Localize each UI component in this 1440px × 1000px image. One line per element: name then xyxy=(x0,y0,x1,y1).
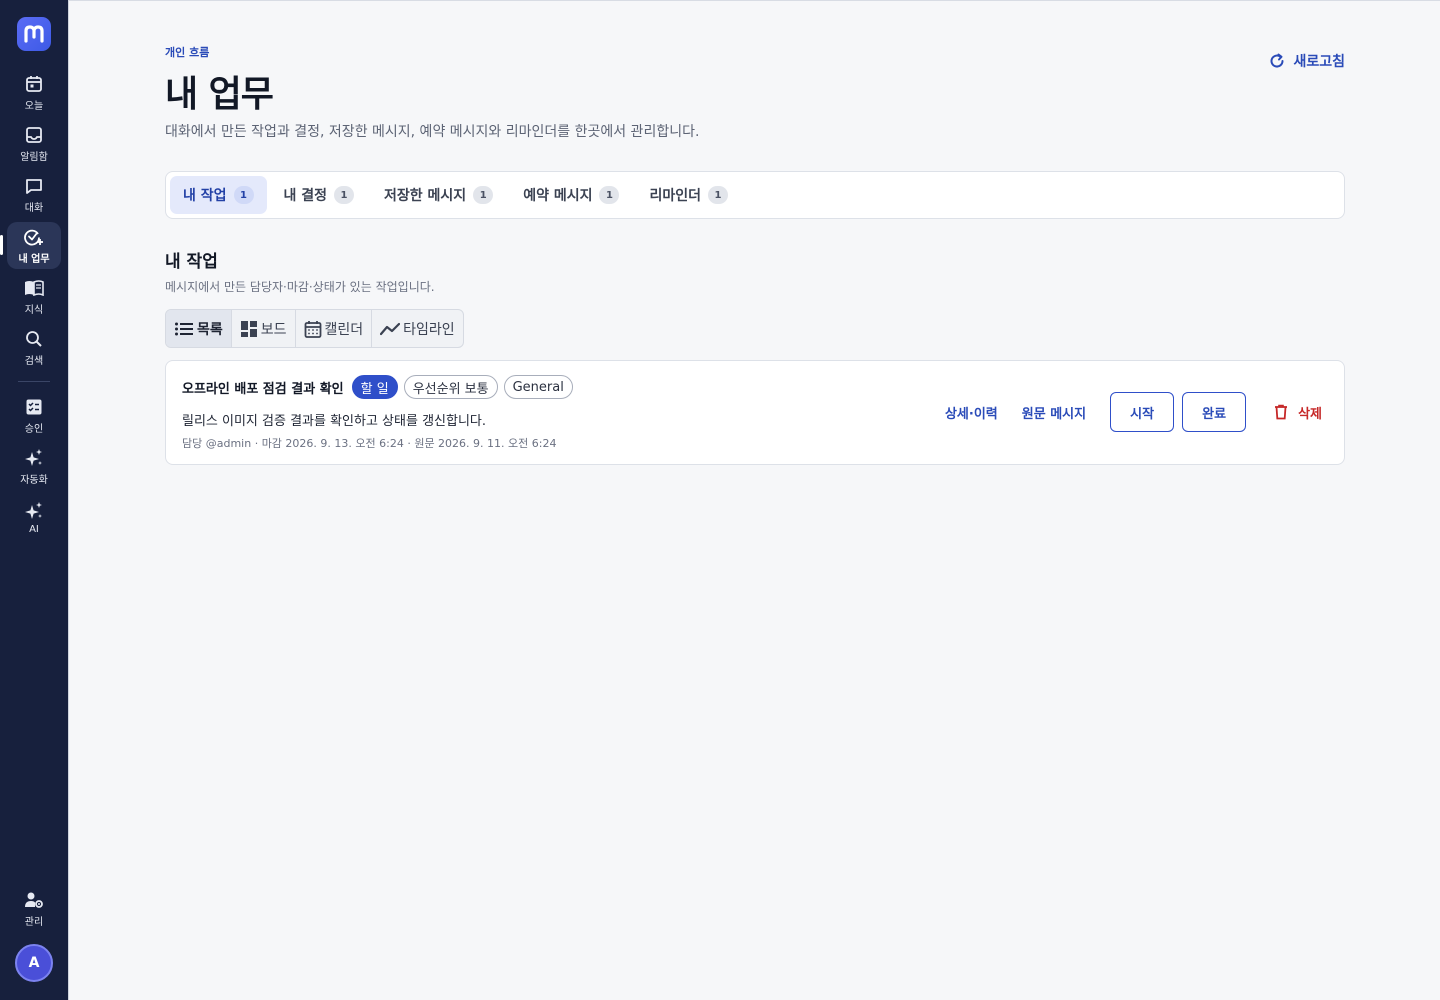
sidebar-item-label: 오늘 xyxy=(24,100,44,112)
view-board-button[interactable]: 보드 xyxy=(232,310,296,347)
tab-label: 예약 메시지 xyxy=(523,188,593,204)
active-indicator xyxy=(0,235,3,255)
view-toggle: 목록 보드 캘린더 타임라인 xyxy=(165,309,464,348)
channel-badge: General xyxy=(503,375,573,399)
timeline-icon xyxy=(380,322,401,335)
app-logo[interactable] xyxy=(17,17,51,51)
m-logo-icon xyxy=(24,25,44,43)
sidebar-divider xyxy=(18,381,50,382)
sidebar-nav: 오늘 알림함 대화 내 업무 지식 검색 승인 자동화 AI xyxy=(0,69,68,545)
detail-history-link[interactable]: 상세·이력 xyxy=(945,403,998,422)
tab-count-badge: 1 xyxy=(473,186,494,204)
tab-scheduled-messages[interactable]: 예약 메시지 1 xyxy=(510,176,632,214)
view-list-button[interactable]: 목록 xyxy=(166,310,232,347)
section-subtitle: 메시지에서 만든 담당자·마감·상태가 있는 작업입니다. xyxy=(165,280,435,294)
tab-my-tasks[interactable]: 내 작업 1 xyxy=(170,176,267,214)
sidebar: 오늘 알림함 대화 내 업무 지식 검색 승인 자동화 AI 관리 A xyxy=(0,0,68,1000)
sidebar-item-label: 대화 xyxy=(24,202,44,214)
section-title: 내 작업 xyxy=(165,252,218,272)
view-calendar-button[interactable]: 캘린더 xyxy=(296,310,373,347)
task-description: 릴리스 이미지 검증 결과를 확인하고 상태를 갱신합니다. xyxy=(182,414,487,429)
task-title: 오프라인 배포 점검 결과 확인 xyxy=(182,381,344,397)
tab-count-badge: 1 xyxy=(233,186,254,204)
tab-label: 내 결정 xyxy=(283,188,328,204)
sidebar-item-my-work[interactable]: 내 업무 xyxy=(0,222,61,269)
tab-label: 리마인더 xyxy=(649,188,701,204)
trash-icon xyxy=(1275,404,1288,420)
start-button[interactable]: 시작 xyxy=(1110,392,1175,432)
sidebar-item-admin[interactable]: 관리 xyxy=(7,885,61,932)
sidebar-item-chat[interactable]: 대화 xyxy=(7,171,61,218)
tab-bar: 내 작업 1 내 결정 1 저장한 메시지 1 예약 메시지 1 리마인더 1 xyxy=(165,171,1345,219)
tab-label: 내 작업 xyxy=(183,188,227,204)
view-timeline-button[interactable]: 타임라인 xyxy=(372,310,463,347)
refresh-icon xyxy=(1271,53,1284,68)
sidebar-item-label: 자동화 xyxy=(20,474,48,486)
sidebar-item-search[interactable]: 검색 xyxy=(7,324,61,371)
delete-label: 삭제 xyxy=(1298,406,1322,422)
view-label: 보드 xyxy=(260,321,287,338)
sidebar-item-label: 검색 xyxy=(24,355,44,367)
calendar-icon xyxy=(304,320,321,338)
source-message-link[interactable]: 원문 메시지 xyxy=(1022,403,1086,422)
refresh-label: 새로고침 xyxy=(1293,54,1345,70)
sidebar-item-knowledge[interactable]: 지식 xyxy=(7,273,61,320)
inbox-icon xyxy=(24,125,44,145)
task-meta: 담당 @admin · 마감 2026. 9. 13. 오전 6:24 · 원문… xyxy=(182,437,557,450)
avatar[interactable]: A xyxy=(15,944,53,982)
admin-gear-icon xyxy=(24,890,44,910)
task-actions: 상세·이력 원문 메시지 시작 완료 삭제 xyxy=(945,392,1322,432)
tab-count-badge: 1 xyxy=(599,186,620,204)
check-circle-plus-icon xyxy=(24,227,44,247)
sidebar-item-label: 관리 xyxy=(24,916,44,928)
sidebar-item-automation[interactable]: 자동화 xyxy=(7,443,61,490)
complete-button[interactable]: 완료 xyxy=(1182,392,1247,432)
tab-label: 저장한 메시지 xyxy=(384,188,467,204)
checklist-icon xyxy=(24,397,44,417)
status-badge: 할 일 xyxy=(351,375,398,399)
book-icon xyxy=(24,278,44,298)
sparkle-icon xyxy=(24,448,44,468)
sidebar-item-label: 알림함 xyxy=(20,151,48,163)
task-header: 오프라인 배포 점검 결과 확인 할 일 우선순위 보통 General xyxy=(182,375,573,399)
refresh-button[interactable]: 새로고침 xyxy=(1269,51,1345,71)
sidebar-item-inbox[interactable]: 알림함 xyxy=(7,120,61,167)
sidebar-bottom: 관리 A xyxy=(0,885,68,982)
sidebar-item-label: 승인 xyxy=(24,423,44,435)
sidebar-item-ai[interactable]: AI xyxy=(7,494,61,541)
page-eyebrow: 개인 흐름 xyxy=(165,46,210,59)
priority-badge: 우선순위 보통 xyxy=(403,375,498,399)
tab-my-decisions[interactable]: 내 결정 1 xyxy=(271,176,368,214)
sidebar-item-label: AI xyxy=(29,523,39,535)
search-icon xyxy=(24,329,44,349)
chat-icon xyxy=(24,176,44,196)
sidebar-item-approval[interactable]: 승인 xyxy=(7,392,61,439)
main-content: 개인 흐름 내 업무 대화에서 만든 작업과 결정, 저장한 메시지, 예약 메… xyxy=(68,0,1440,1000)
sparkle-icon xyxy=(24,501,44,521)
tab-count-badge: 1 xyxy=(334,186,355,204)
tab-saved-messages[interactable]: 저장한 메시지 1 xyxy=(371,176,506,214)
calendar-icon xyxy=(24,74,44,94)
sidebar-item-label: 지식 xyxy=(24,304,44,316)
view-label: 캘린더 xyxy=(324,321,364,338)
view-label: 타임라인 xyxy=(403,321,455,338)
board-icon xyxy=(240,320,257,337)
tab-count-badge: 1 xyxy=(708,186,728,204)
task-card[interactable]: 오프라인 배포 점검 결과 확인 할 일 우선순위 보통 General 릴리스… xyxy=(165,360,1345,465)
sidebar-item-today[interactable]: 오늘 xyxy=(7,69,61,116)
tab-reminders[interactable]: 리마인더 1 xyxy=(636,176,741,214)
page-subtitle: 대화에서 만든 작업과 결정, 저장한 메시지, 예약 메시지와 리마인더를 한… xyxy=(165,124,700,140)
page-title: 내 업무 xyxy=(165,74,274,115)
view-label: 목록 xyxy=(197,321,223,338)
list-icon xyxy=(175,322,193,335)
delete-button[interactable]: 삭제 xyxy=(1274,403,1322,422)
sidebar-item-label: 내 업무 xyxy=(18,253,50,265)
